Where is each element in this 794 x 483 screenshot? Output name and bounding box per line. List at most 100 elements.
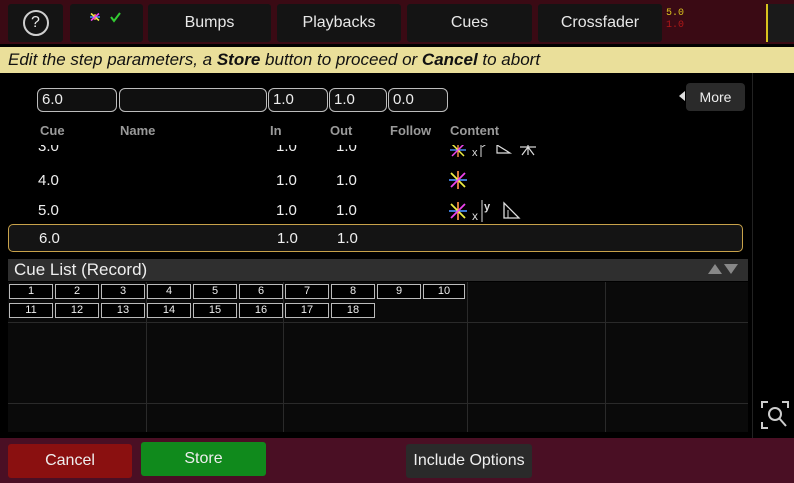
column-header-cue: Cue <box>40 123 65 138</box>
cue-row-out: 1.0 <box>336 145 357 155</box>
cue-row[interactable]: 3.0 1.0 1.0 x <box>8 145 743 161</box>
cue-row-content: xy <box>448 200 522 222</box>
cue-list-item[interactable]: 7 <box>285 284 329 299</box>
tab-cues[interactable]: Cues <box>407 4 532 42</box>
grid-divider <box>605 282 606 432</box>
cue-list-item[interactable]: 9 <box>377 284 421 299</box>
include-options-label: Include Options <box>413 452 525 469</box>
cue-list-item[interactable]: 15 <box>193 303 237 318</box>
grid-divider <box>8 403 748 404</box>
bottom-bar: Cancel Store Include Options <box>0 438 794 483</box>
svg-text:x: x <box>472 209 478 222</box>
cue-row-number: 5.0 <box>38 202 59 219</box>
cue-list-item[interactable]: 6 <box>239 284 283 299</box>
color-icon <box>449 171 467 189</box>
step-editor: 6.0 1.0 1.0 0.0 More Cue Name In Out Fol… <box>0 73 752 258</box>
cue-list-grid: 1 2 3 4 5 6 7 8 9 10 11 12 13 14 15 16 17 18 <box>8 282 748 432</box>
tab-crossfader-label: Crossfader <box>560 14 640 31</box>
more-arrow-icon <box>679 91 685 101</box>
cue-list-item[interactable]: 1 <box>9 284 53 299</box>
column-header-in: In <box>270 123 282 138</box>
cue-list-item[interactable]: 12 <box>55 303 99 318</box>
prompt-text-2: button to proceed or <box>260 50 422 69</box>
cancel-button[interactable]: Cancel <box>8 444 132 478</box>
tab-bumps-label: Bumps <box>184 14 235 31</box>
cue-list-item[interactable]: 10 <box>423 284 465 299</box>
svg-text:x: x <box>472 147 478 157</box>
color-icon <box>449 202 467 220</box>
cue-list-title: Cue List (Record) <box>14 260 148 279</box>
cue-list-item[interactable]: 14 <box>147 303 191 318</box>
cue-row-in: 1.0 <box>276 202 297 219</box>
include-options-button[interactable]: Include Options <box>406 444 532 478</box>
follow-time-field[interactable]: 0.0 <box>388 88 448 112</box>
cue-row-out: 1.0 <box>337 230 358 247</box>
cue-list-item[interactable]: 3 <box>101 284 145 299</box>
crossfader-value-a: 5.0 <box>666 8 685 19</box>
store-button[interactable]: Store <box>141 442 266 476</box>
position-icon: xy <box>472 200 491 222</box>
more-button[interactable]: More <box>686 83 745 111</box>
arrow-down-icon[interactable] <box>724 264 738 274</box>
tab-crossfader[interactable]: Crossfader <box>538 4 662 42</box>
cue-row-content: x <box>448 145 538 157</box>
cue-list-item[interactable]: 18 <box>331 303 375 318</box>
effect-icon <box>520 145 536 156</box>
store-button-label: Store <box>184 450 223 467</box>
cue-row-out: 1.0 <box>336 172 357 189</box>
position-icon: x <box>472 145 486 157</box>
right-strip <box>752 73 794 438</box>
cue-number-field[interactable]: 6.0 <box>37 88 117 112</box>
tab-playbacks[interactable]: Playbacks <box>277 4 401 42</box>
cue-list-item[interactable]: 11 <box>9 303 53 318</box>
cue-row[interactable]: 4.0 1.0 1.0 <box>8 167 743 195</box>
help-button[interactable]: ? <box>8 4 63 42</box>
grid-divider <box>8 322 748 323</box>
in-time-field[interactable]: 1.0 <box>268 88 328 112</box>
cue-row-out: 1.0 <box>336 202 357 219</box>
cue-list-item[interactable]: 2 <box>55 284 99 299</box>
cue-list-item[interactable]: 17 <box>285 303 329 318</box>
more-button-label: More <box>699 89 732 105</box>
cue-list-header: Cue List (Record) <box>8 259 748 281</box>
prompt-store-word: Store <box>216 50 261 69</box>
beam-icon <box>496 145 513 154</box>
cue-list-item[interactable]: 4 <box>147 284 191 299</box>
cue-row[interactable]: 5.0 1.0 1.0 xy <box>8 197 743 225</box>
crossfader-values: 5.0 1.0 <box>666 8 684 32</box>
command-prompt: Edit the step parameters, a Store button… <box>0 47 794 73</box>
cue-row-number: 6.0 <box>39 230 60 247</box>
zoom-fit-icon[interactable] <box>760 400 790 430</box>
cue-list-item[interactable]: 13 <box>101 303 145 318</box>
tab-cues-label: Cues <box>450 14 489 31</box>
column-header-out: Out <box>330 123 353 138</box>
column-header-follow: Follow <box>390 123 432 138</box>
cue-row-in: 1.0 <box>277 230 298 247</box>
top-bar: ? Bumps Playbacks Cues Crossfader 5.0 1.… <box>0 0 794 44</box>
cue-row-content <box>448 170 468 190</box>
color-icon <box>450 145 466 157</box>
color-sparkle-icon <box>89 12 121 23</box>
svg-text:y: y <box>484 201 491 213</box>
tab-playbacks-label: Playbacks <box>302 14 376 31</box>
cue-list-sort-control[interactable] <box>708 264 738 274</box>
color-status-button[interactable] <box>70 4 143 42</box>
grid-divider <box>467 282 468 432</box>
cue-list-item[interactable]: 16 <box>239 303 283 318</box>
cue-list-item[interactable]: 8 <box>331 284 375 299</box>
cue-row-number: 3.0 <box>38 145 59 155</box>
tab-bumps[interactable]: Bumps <box>148 4 271 42</box>
cue-row-number: 4.0 <box>38 172 59 189</box>
cue-list-item[interactable]: 5 <box>193 284 237 299</box>
question-circle-icon: ? <box>22 10 49 36</box>
grid-divider <box>283 282 284 432</box>
top-right-button[interactable] <box>766 4 794 42</box>
cue-row-in: 1.0 <box>276 145 297 155</box>
out-time-field[interactable]: 1.0 <box>329 88 387 112</box>
arrow-up-icon[interactable] <box>708 264 722 274</box>
prompt-text-1: Edit the step parameters, a <box>8 50 217 69</box>
cue-row-selected[interactable]: 6.0 1.0 1.0 <box>8 224 743 252</box>
column-header-content: Content <box>450 123 500 138</box>
crossfader-value-b: 1.0 <box>666 20 685 31</box>
cue-name-field[interactable] <box>119 88 267 112</box>
